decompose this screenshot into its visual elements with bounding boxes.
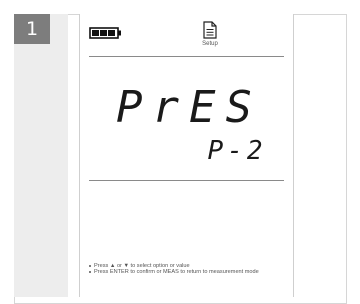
bottom-divider xyxy=(89,180,284,181)
step-sidebar xyxy=(14,14,68,297)
setup-label: Setup xyxy=(202,41,218,47)
main-readout: PrES xyxy=(116,86,262,126)
instruction-item: Press ENTER to confirm or MEAS to return… xyxy=(89,269,284,275)
setup-document-icon xyxy=(203,21,217,39)
instructions-list: Press ▲ or ▼ to select option or value P… xyxy=(89,263,284,275)
main-readout-text: PrES xyxy=(116,86,262,126)
step-number-badge: 1 xyxy=(14,14,50,44)
sub-readout: P-2 xyxy=(208,137,267,163)
top-divider xyxy=(89,56,284,57)
sub-readout-text: P-2 xyxy=(208,137,267,163)
battery-full-icon xyxy=(89,27,121,39)
